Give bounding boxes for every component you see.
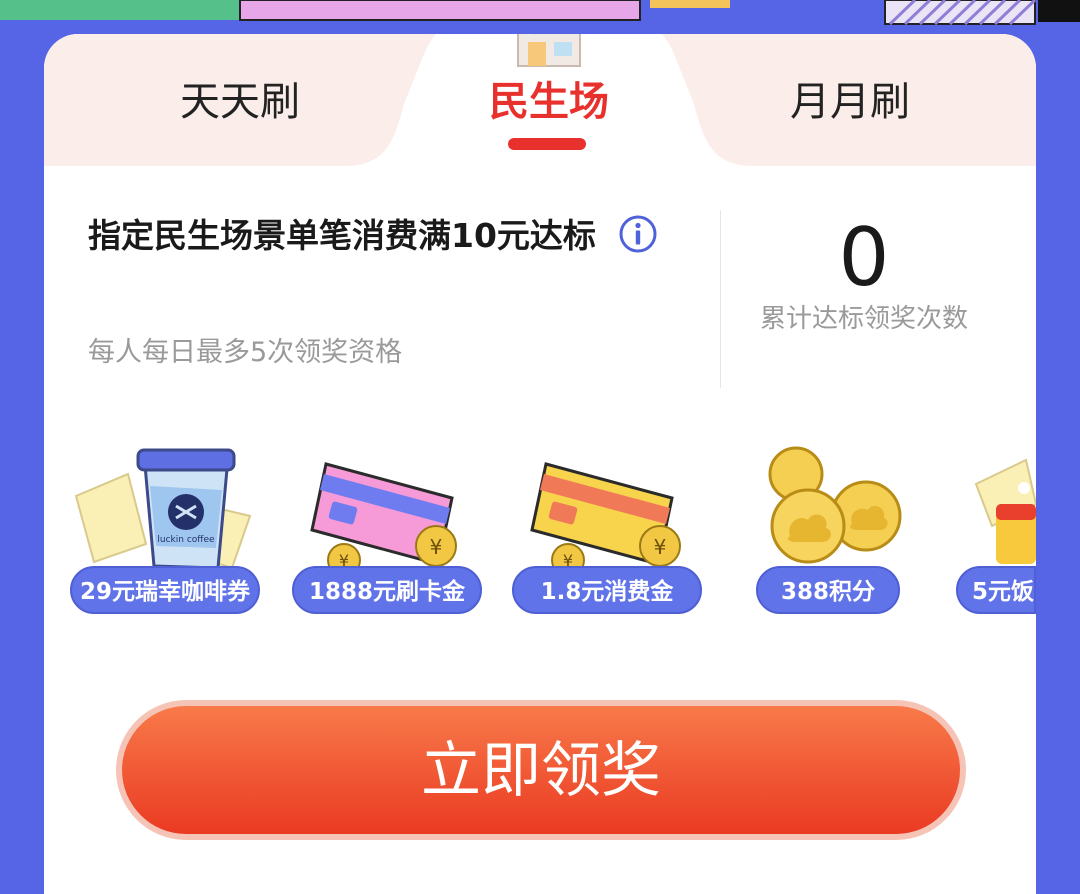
prize-list: luckin coffee 29元瑞幸咖啡券 ¥ ¥ 1888元刷卡金 ¥ ¥ … [44, 444, 1036, 624]
tab-minshengchang[interactable]: 民生场 [449, 72, 649, 132]
svg-text:¥: ¥ [654, 535, 667, 559]
reward-card: 天天刷 民生场 月月刷 指定民生场景单笔消费满10元达标 每人每日最多5次领奖资… [44, 34, 1036, 894]
coffee-cup-icon: luckin coffee [74, 448, 252, 570]
yellow-card-icon: ¥ ¥ [530, 462, 681, 574]
prize-item-consume-credit[interactable]: ¥ ¥ 1.8元消费金 [512, 444, 712, 624]
gold-coins-icon [768, 446, 902, 564]
task-subtitle: 每人每日最多5次领奖资格 [88, 337, 403, 368]
tab-yueyueshua[interactable]: 月月刷 [750, 72, 950, 132]
food-coupon-icon [974, 458, 1036, 564]
top-decoration [0, 0, 1080, 30]
task-title: 指定民生场景单笔消费满10元达标 [88, 216, 596, 255]
prize-label: 388积分 [756, 566, 900, 614]
shop-icon [517, 34, 581, 67]
prize-label: 1.8元消费金 [512, 566, 702, 614]
prize-item-coffee-coupon[interactable]: luckin coffee 29元瑞幸咖啡券 [70, 444, 270, 624]
stats-divider [720, 210, 721, 388]
prize-item-meal-coupon[interactable]: 5元饭 [956, 444, 1036, 624]
svg-text:¥: ¥ [430, 535, 443, 559]
reward-count-label: 累计达标领奖次数 [759, 304, 968, 334]
info-icon[interactable] [618, 214, 658, 254]
prize-label: 29元瑞幸咖啡券 [70, 566, 260, 614]
reward-count: 0 [838, 211, 890, 304]
claim-reward-button[interactable]: 立即领奖 [122, 706, 960, 834]
svg-text:luckin coffee: luckin coffee [157, 535, 215, 545]
tab-tiantianshua[interactable]: 天天刷 [140, 72, 340, 132]
active-tab-indicator [508, 138, 586, 150]
pink-card-icon: ¥ ¥ [310, 462, 457, 574]
claim-button-frame: 立即领奖 [116, 700, 966, 840]
prize-label: 1888元刷卡金 [292, 566, 482, 614]
prize-item-points[interactable]: 388积分 [756, 444, 956, 624]
prize-item-card-bonus[interactable]: ¥ ¥ 1888元刷卡金 [292, 444, 492, 624]
prize-label: 5元饭 [956, 566, 1036, 614]
